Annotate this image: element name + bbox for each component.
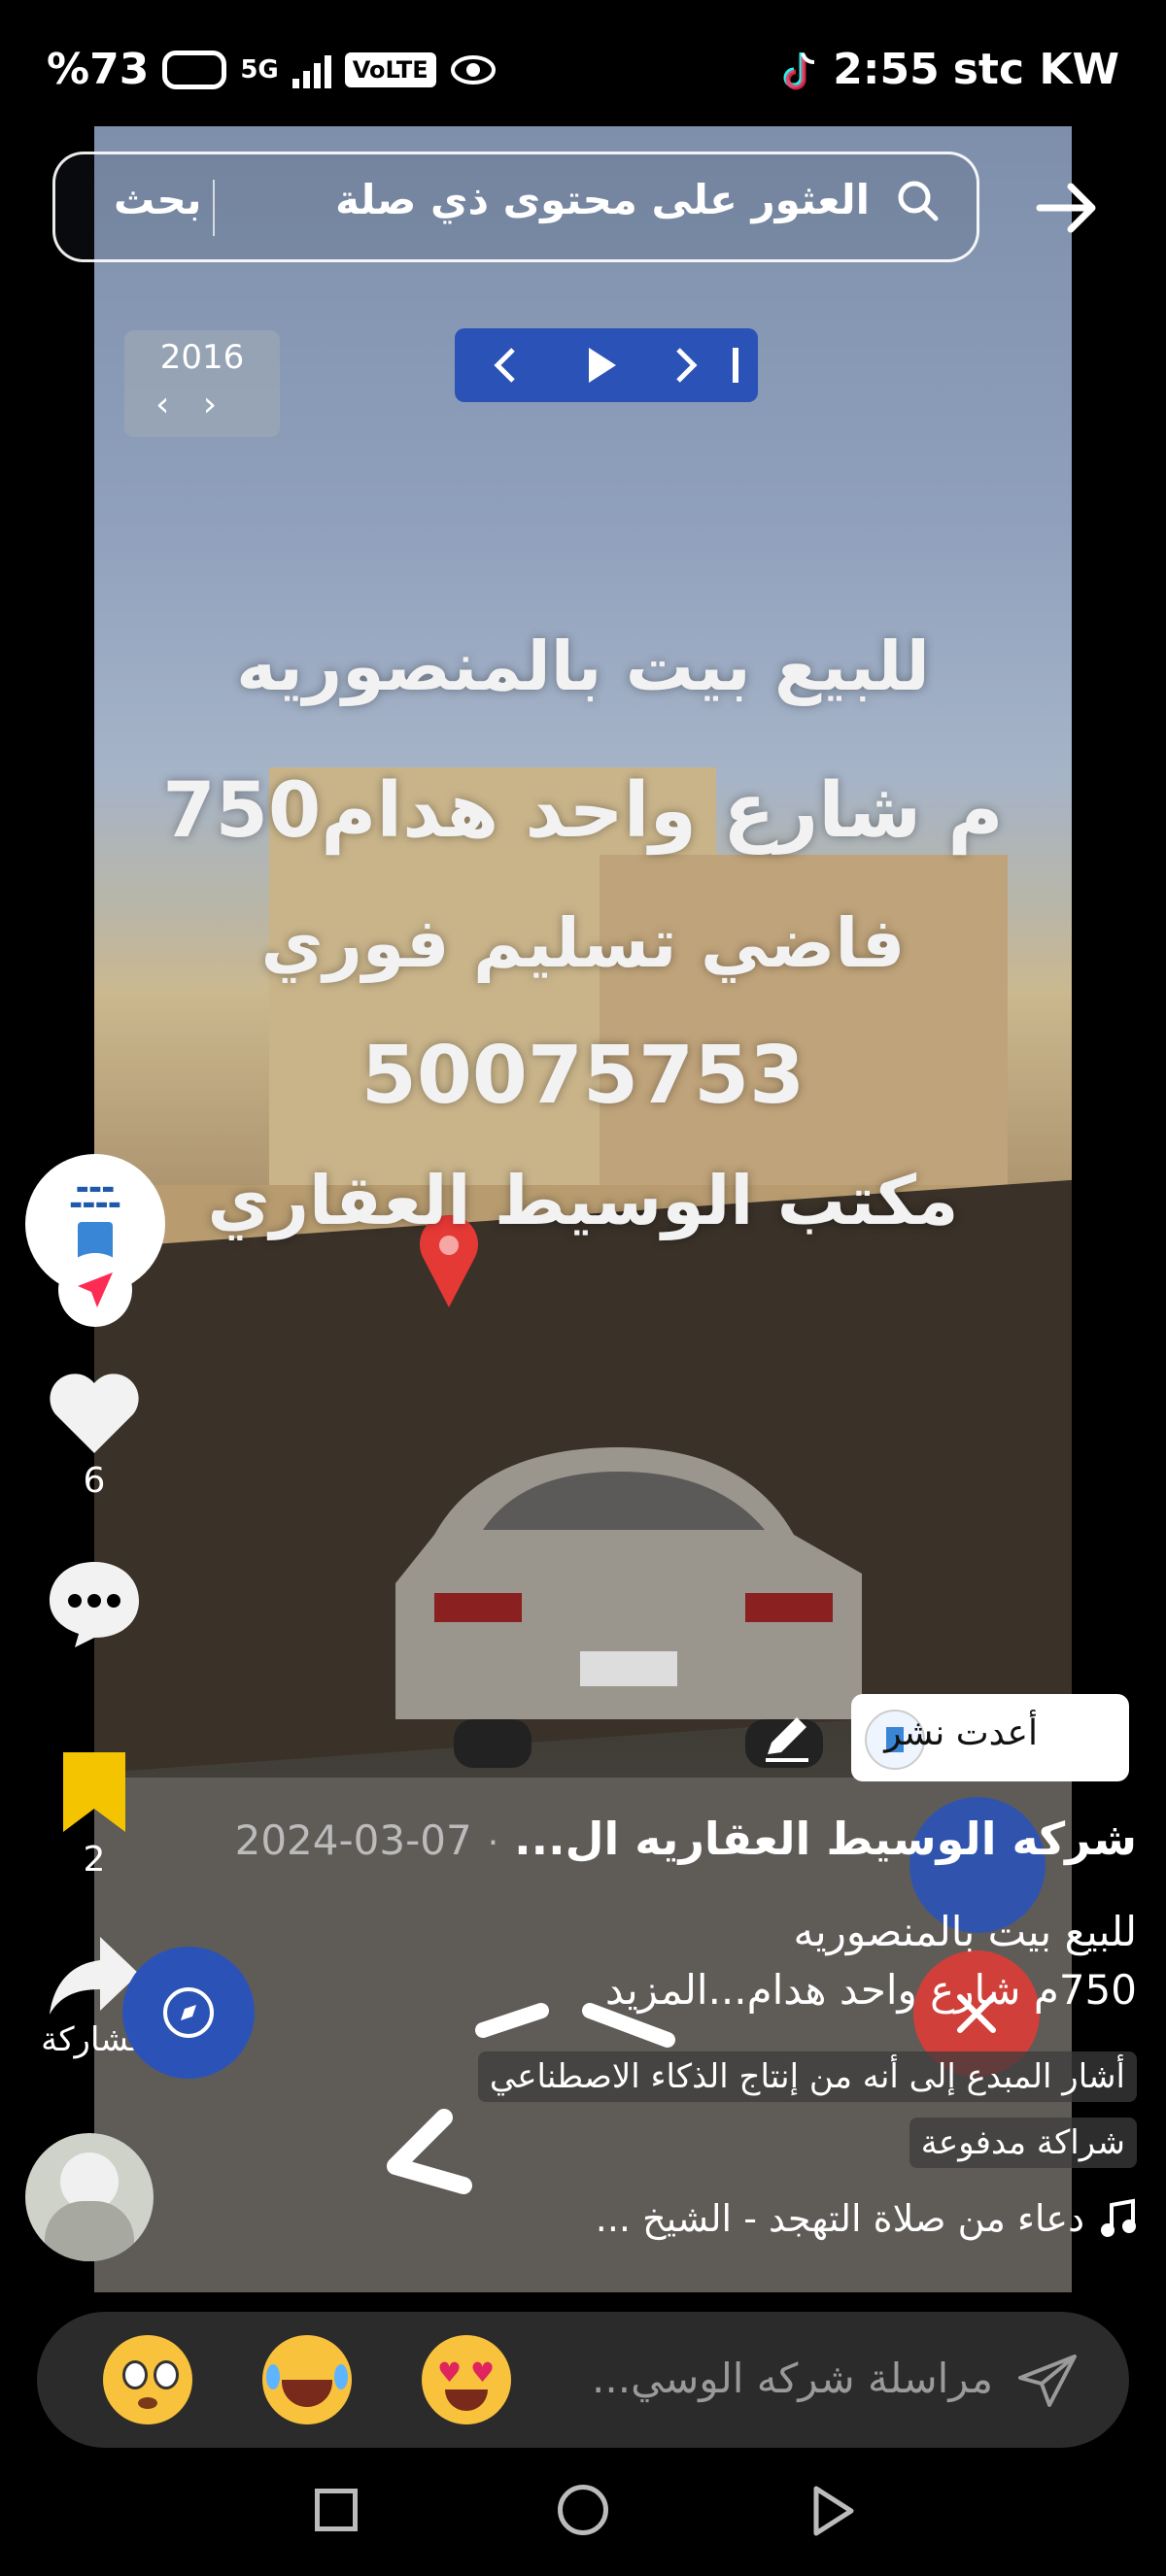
- laughing-emoji-button[interactable]: [262, 2335, 352, 2424]
- back-button-icon[interactable]: [808, 2485, 857, 2537]
- clock: 2:55: [833, 45, 940, 94]
- message-bar: ♥ ♥ مراسلة شركه الوسي...: [37, 2312, 1129, 2448]
- pencil-icon[interactable]: [758, 1712, 816, 1764]
- street-view-year-selector[interactable]: 2016 ‹ ›: [124, 330, 280, 437]
- comment-button[interactable]: [21, 1556, 167, 1653]
- system-nav-bar: [0, 2448, 1166, 2576]
- sound-disc-avatar[interactable]: [25, 2133, 154, 2261]
- overlay-line-3: فاضي تسليم فوري: [260, 903, 906, 983]
- search-divider: [213, 180, 215, 236]
- search-input[interactable]: العثور على محتوى ذي صلة: [335, 176, 870, 223]
- carrier-name: stc KW: [952, 45, 1119, 94]
- comment-icon: [50, 1562, 139, 1647]
- like-count: 6: [83, 1461, 106, 1501]
- message-input[interactable]: مراسلة شركه الوسي...: [592, 2355, 993, 2402]
- avatar-body: [45, 2201, 134, 2261]
- post-date: 2024-03-07: [234, 1816, 472, 1864]
- emoji-mouth: [282, 2380, 332, 2407]
- overlay-line-1: للبيع بيت بالمنصوريه: [236, 627, 930, 706]
- caption-line-1: للبيع بيت بالمنصوريه: [793, 1908, 1137, 1955]
- ai-generated-label[interactable]: أشار المبدع إلى أنه من إنتاج الذكاء الاص…: [477, 2051, 1137, 2102]
- post-meta: شركه الوسيط العقاريه ال... · 2024-03-07: [235, 1813, 1137, 1865]
- volte-badge: VoLTE: [344, 51, 436, 87]
- author-name[interactable]: شركه الوسيط العقاريه ال...: [514, 1813, 1137, 1865]
- street-view-nav-controls[interactable]: [455, 328, 758, 402]
- compass-icon: [163, 1987, 214, 2038]
- overlay-phone: 50075753: [360, 1030, 806, 1122]
- bookmark-count: 2: [83, 1840, 106, 1880]
- battery-saver-icon: [162, 50, 227, 89]
- caption-line-2[interactable]: 750م شارع واحد هدام...المزيد: [605, 1966, 1137, 2014]
- repost-label: أعدت نشر: [884, 1713, 1038, 1753]
- meta-separator: ·: [487, 1823, 499, 1863]
- emoji-tear: [334, 2364, 348, 2390]
- emoji-tear: [266, 2364, 280, 2390]
- sound-row[interactable]: دعاء من صلاة التهجد - الشيخ ...: [596, 2197, 1137, 2240]
- heart-icon: [50, 1373, 139, 1453]
- signal-icon: [292, 51, 331, 88]
- repost-badge[interactable]: أعدت نشر: [851, 1694, 1129, 1781]
- emoji-eye: [154, 2360, 179, 2390]
- network-type: 5G: [240, 54, 279, 85]
- tiktok-icon: [783, 51, 815, 89]
- home-button[interactable]: [558, 2485, 608, 2535]
- year-label: 2016: [159, 338, 245, 377]
- emoji-eye: [122, 2360, 148, 2390]
- bookmark-icon: [63, 1752, 125, 1832]
- status-bar: %73 5G VoLTE 2:55 stc KW: [0, 0, 1166, 136]
- bookmark-button[interactable]: 2: [21, 1748, 167, 1880]
- overlay-office: مكتب الوسيط العقاري: [207, 1161, 959, 1240]
- compass-button[interactable]: [122, 1947, 255, 2079]
- emoji-mouth: [138, 2397, 157, 2409]
- like-button[interactable]: 6: [21, 1370, 167, 1501]
- send-icon: [78, 1272, 113, 1307]
- follow-button[interactable]: [58, 1253, 132, 1327]
- back-arrow-icon[interactable]: [1032, 173, 1102, 243]
- flushed-emoji-button[interactable]: [103, 2335, 192, 2424]
- logo-graphic: ▬▬▬ ▬▬▬▬: [69, 1181, 121, 1212]
- search-icon: [898, 181, 939, 221]
- search-bar[interactable]: بحث العثور على محتوى ذي صلة: [52, 152, 979, 262]
- overlay-line-2: 750م شارع واحد هدام: [162, 767, 1004, 855]
- sound-title: دعاء من صلاة التهجد - الشيخ ...: [595, 2197, 1084, 2240]
- eye-icon: [450, 54, 496, 85]
- music-note-icon: [1101, 2198, 1136, 2237]
- emoji-mouth: [445, 2390, 488, 2411]
- playback-controls-icon[interactable]: [474, 342, 746, 389]
- battery-percentage: %73: [47, 45, 150, 94]
- year-arrows-icon[interactable]: ‹ ›: [155, 385, 217, 424]
- recent-apps-button[interactable]: [315, 2489, 358, 2531]
- emoji-heart-eyes: ♥ ♥: [437, 2356, 496, 2389]
- heart-eyes-emoji-button[interactable]: ♥ ♥: [422, 2335, 511, 2424]
- paid-partnership-label[interactable]: شراكة مدفوعة: [909, 2118, 1137, 2168]
- send-message-icon[interactable]: [1016, 2353, 1079, 2409]
- search-button[interactable]: بحث: [114, 176, 202, 223]
